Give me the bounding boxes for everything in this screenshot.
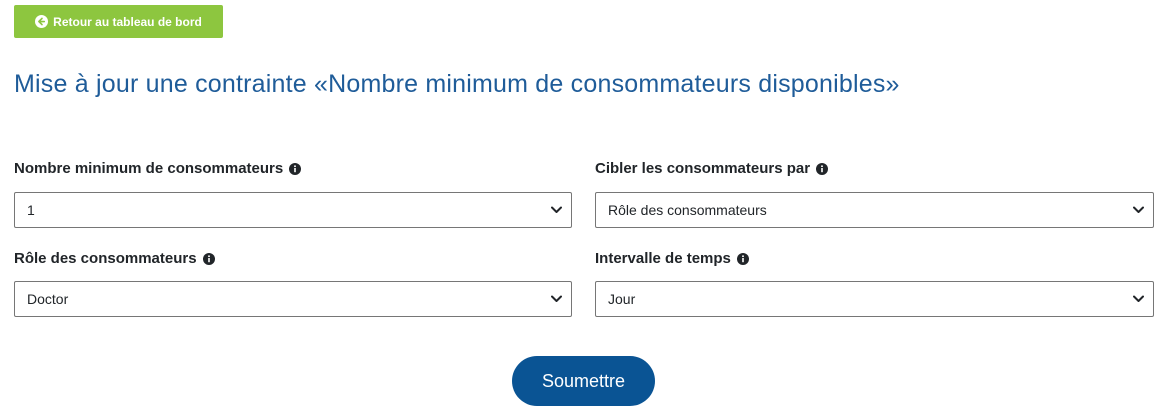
target-by-label-text: Cibler les consommateurs par (595, 160, 811, 177)
min-consumers-value: 1 (27, 202, 35, 218)
min-consumers-label-text: Nombre minimum de consommateurs (14, 160, 284, 177)
info-circle-icon[interactable] (816, 162, 829, 175)
time-interval-select[interactable]: Jour (595, 281, 1154, 317)
info-circle-icon[interactable] (736, 252, 749, 265)
page: Retour au tableau de bord Mise à jour un… (0, 0, 1159, 412)
chevron-down-icon (1133, 295, 1144, 303)
time-interval-value: Jour (608, 291, 636, 307)
back-button-label: Retour au tableau de bord (53, 14, 202, 29)
submit-button[interactable]: Soumettre (512, 356, 655, 406)
consumer-role-select[interactable]: Doctor (14, 281, 572, 317)
info-circle-icon[interactable] (289, 162, 302, 175)
page-title: Mise à jour une contrainte «Nombre minim… (14, 70, 900, 98)
back-to-dashboard-button[interactable]: Retour au tableau de bord (14, 5, 223, 38)
target-by-value: Rôle des consommateurs (608, 202, 767, 218)
consumer-role-label-text: Rôle des consommateurs (14, 250, 197, 267)
time-interval-label: Intervalle de temps (595, 250, 749, 267)
target-by-select[interactable]: Rôle des consommateurs (595, 192, 1154, 228)
chevron-down-icon (551, 295, 562, 303)
chevron-down-icon (551, 206, 562, 214)
consumer-role-value: Doctor (27, 291, 69, 307)
target-by-label: Cibler les consommateurs par (595, 160, 829, 177)
info-circle-icon[interactable] (202, 252, 215, 265)
chevron-down-icon (1133, 206, 1144, 214)
submit-button-label: Soumettre (541, 370, 626, 391)
time-interval-label-text: Intervalle de temps (595, 250, 731, 267)
min-consumers-label: Nombre minimum de consommateurs (14, 160, 302, 177)
consumer-role-label: Rôle des consommateurs (14, 250, 215, 267)
min-consumers-select[interactable]: 1 (14, 192, 572, 228)
arrow-circle-left-icon (35, 15, 49, 28)
